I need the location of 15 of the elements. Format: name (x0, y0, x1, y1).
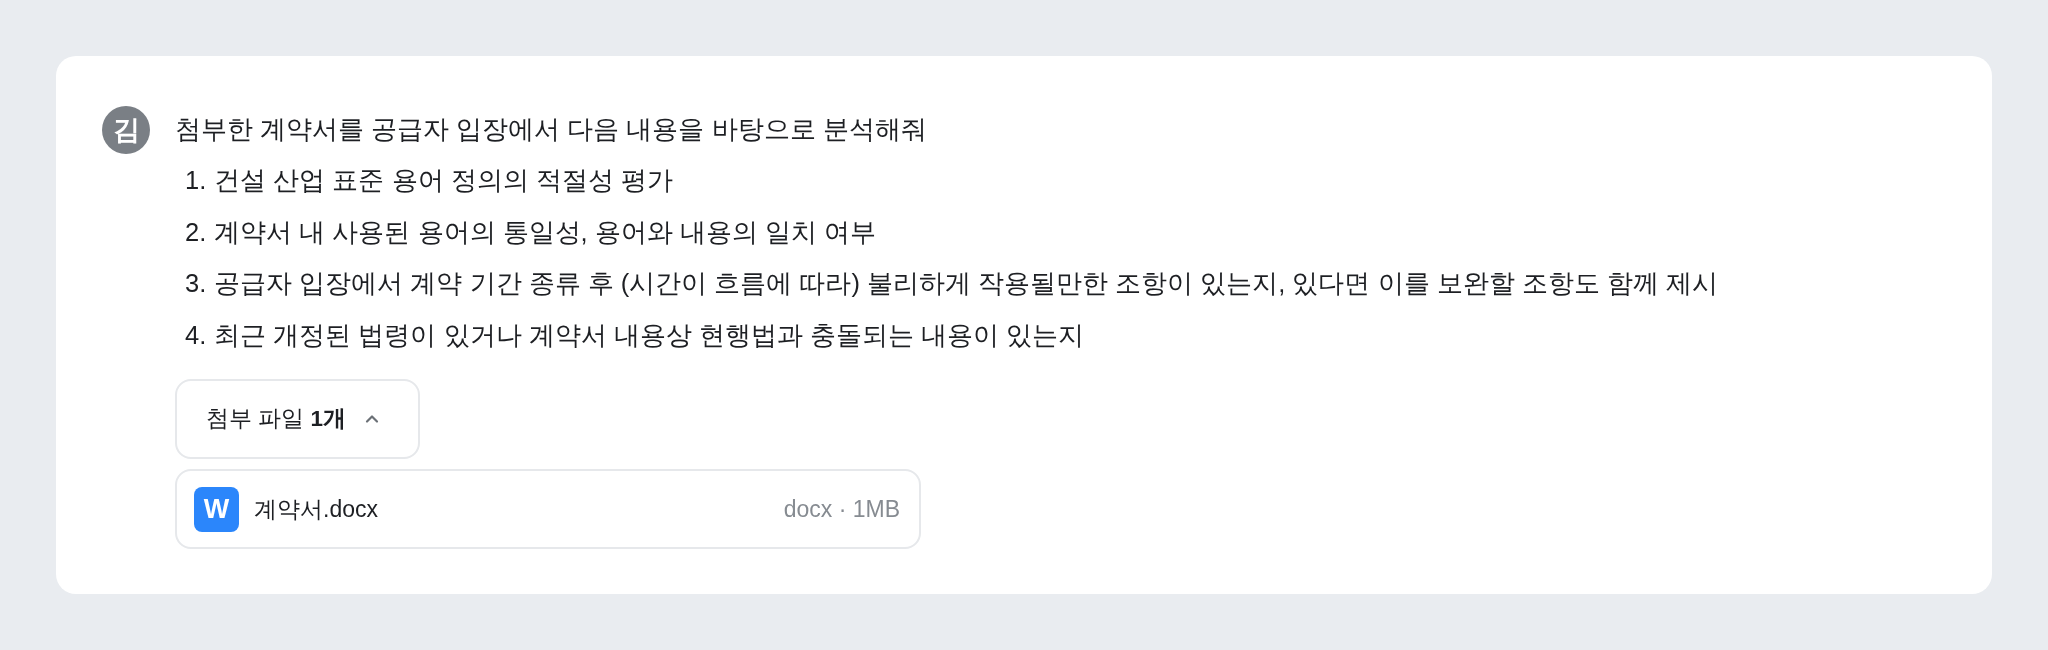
user-avatar: 김 (102, 106, 150, 154)
file-attachment-card[interactable]: W 계약서.docx docx · 1MB (175, 469, 921, 549)
list-item-text: 공급자 입장에서 계약 기간 종류 후 (시간이 흐름에 따라) 불리하게 작용될만한 조항이 있는지, 있다면 이를 보완할 조항도 함께 제시 (214, 268, 1718, 299)
list-item-text: 계약서 내 사용된 용어의 통일성, 용어와 내용의 일치 여부 (214, 216, 877, 248)
list-number: 3. (185, 268, 207, 299)
list-number: 4. (185, 319, 207, 351)
list-number: 2. (185, 216, 207, 248)
file-type-icon: W (194, 486, 239, 532)
message-text: 첨부한 계약서를 공급자 입장에서 다음 내용을 바탕으로 분석해줘 (175, 114, 928, 145)
file-meta: docx · 1MB (783, 494, 900, 524)
attachments-toggle-button[interactable]: 첨부 파일 1개 (175, 379, 421, 459)
list-number: 1. (185, 165, 207, 196)
file-name: 계약서.docx (254, 494, 378, 524)
list-item-text: 최근 개정된 법령이 있거나 계약서 내용상 현행법과 충돌되는 내용이 있는지 (214, 319, 1085, 351)
list-item-text: 건설 산업 표준 용어 정의의 적절성 평가 (214, 165, 673, 196)
